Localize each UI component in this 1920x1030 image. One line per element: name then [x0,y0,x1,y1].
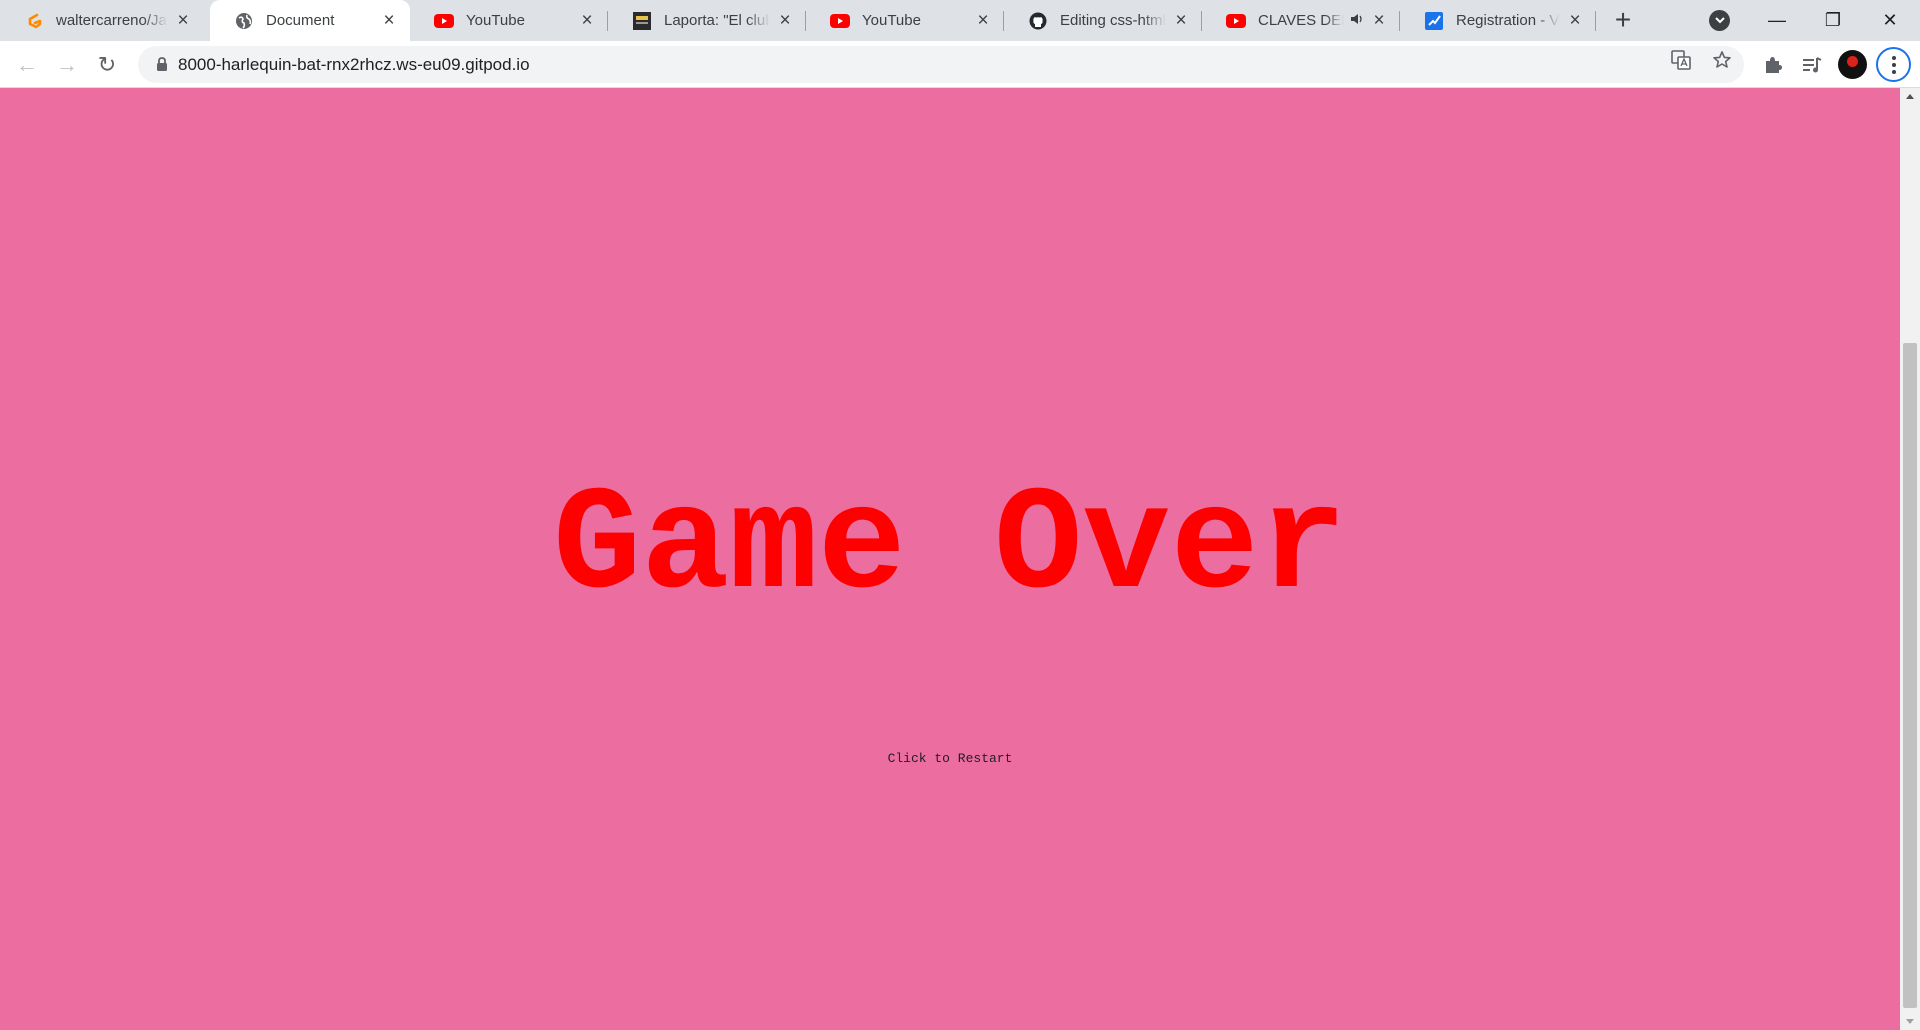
tab-title: YouTube [862,12,921,29]
globe-icon [234,11,254,31]
bookmark-star-icon[interactable] [1711,49,1733,71]
vertical-scrollbar[interactable] [1900,88,1920,1030]
speaker-icon[interactable] [1350,13,1364,28]
scroll-up-arrow[interactable] [1900,88,1920,105]
chevron-down-icon [1714,17,1725,24]
restart-label[interactable]: Click to Restart [0,751,1900,766]
tab-registration[interactable]: Registration - Vrije × [1400,0,1596,41]
game-over-heading: Game Over [553,465,1347,631]
news-icon [632,11,652,31]
media-control-icon[interactable] [1800,53,1824,77]
tab-title: Registration - Vrije [1456,12,1560,29]
scroll-thumb[interactable] [1903,343,1917,1008]
gitpod-icon [24,11,44,31]
close-icon[interactable]: × [1172,11,1190,30]
close-icon[interactable]: × [578,11,596,30]
youtube-icon [434,11,454,31]
more-vertical-icon [1891,54,1896,75]
lock-icon[interactable] [156,57,168,72]
tab-search-button[interactable] [1709,10,1730,31]
reload-button[interactable]: ↻ [90,48,124,82]
form-icon [1424,11,1444,31]
tab-separator [1595,11,1596,31]
tab-youtube[interactable]: YouTube × [806,0,1004,41]
page-viewport[interactable]: Game Over Click to Restart [0,88,1900,1030]
forward-button[interactable]: → [50,48,84,82]
tab-title: waltercarreno/JavaScript [56,12,168,29]
address-bar[interactable]: 8000-harlequin-bat-rnx2rhcz.ws-eu09.gitp… [138,46,1744,83]
tab-document[interactable]: Document × [210,0,410,41]
new-tab-button[interactable]: + [1608,6,1638,36]
youtube-icon [830,11,850,31]
tab-title: Editing css-html/README [1060,12,1166,29]
close-icon[interactable]: × [1370,11,1388,30]
scroll-down-arrow[interactable] [1900,1013,1920,1030]
tab-title: Document [266,12,335,29]
close-icon[interactable]: × [776,11,794,30]
tab-github[interactable]: Editing css-html/README × [1004,0,1202,41]
maximize-button[interactable]: ❐ [1805,0,1861,41]
browser-menu-button[interactable] [1876,47,1911,82]
tab-youtube[interactable]: YouTube × [410,0,608,41]
github-icon [1028,11,1048,31]
browser-toolbar: ← → ↻ 8000-harlequin-bat-rnx2rhcz.ws-eu0… [0,41,1920,88]
back-button[interactable]: ← [10,48,44,82]
tab-gitpod[interactable]: waltercarreno/JavaScript × [0,0,204,41]
chevron-down-icon [1906,1019,1914,1024]
tab-title: CLAVES DEL JUEGO [1258,12,1344,29]
tab-title: Laporta: "El club es... [664,12,770,29]
url-text[interactable]: 8000-harlequin-bat-rnx2rhcz.ws-eu09.gitp… [178,46,530,83]
minimize-button[interactable]: — [1749,0,1805,41]
chevron-up-icon [1906,94,1914,99]
tab-laporta[interactable]: Laporta: "El club es... × [608,0,806,41]
youtube-icon [1226,11,1246,31]
tab-strip: waltercarreno/JavaScript × Document × Yo… [0,0,1920,41]
close-icon[interactable]: × [380,11,398,30]
extensions-icon[interactable] [1761,53,1785,77]
close-icon[interactable]: × [174,11,192,30]
profile-avatar[interactable] [1838,50,1867,79]
close-icon[interactable]: × [974,11,992,30]
close-icon[interactable]: × [1566,11,1584,30]
translate-icon[interactable] [1670,49,1692,71]
tab-title: YouTube [466,12,525,29]
close-window-button[interactable]: ✕ [1862,0,1918,41]
tab-claves[interactable]: CLAVES DEL JUEGO × [1202,0,1400,41]
